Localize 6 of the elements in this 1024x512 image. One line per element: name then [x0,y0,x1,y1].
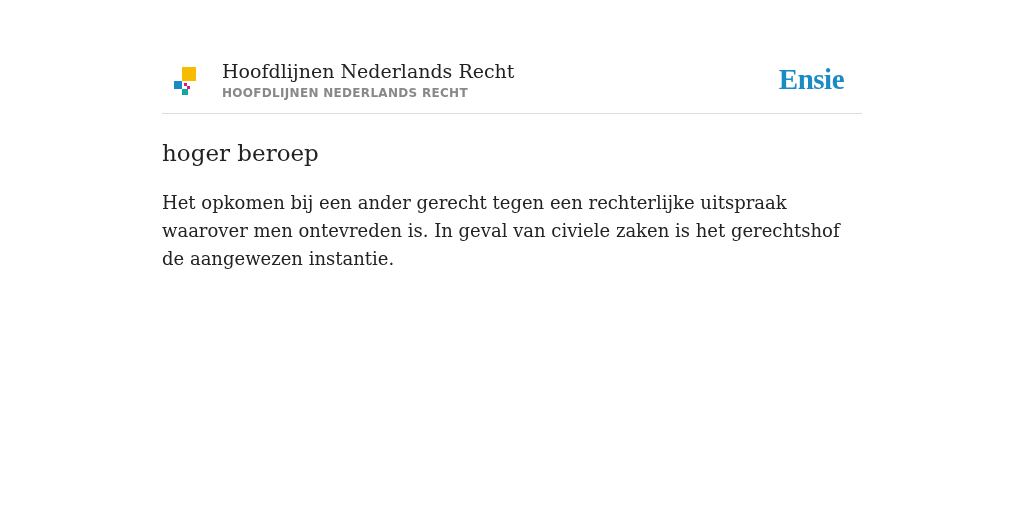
book-subtitle: HOOFDLIJNEN NEDERLANDS RECHT [222,86,469,100]
definition-text: Het opkomen bij een ander gerecht tegen een rechterlijke uitspraak waarover men ontevreden is. In geval van civiele zaken is het gerechtshof de aangewezen instantie. [162,191,842,271]
logo-icon [174,66,196,95]
term-heading: hoger beroep [162,139,320,167]
brand-logo[interactable]: Ensie [778,63,844,96]
book-title: Hoofdlijnen Nederlands Recht [222,59,516,83]
